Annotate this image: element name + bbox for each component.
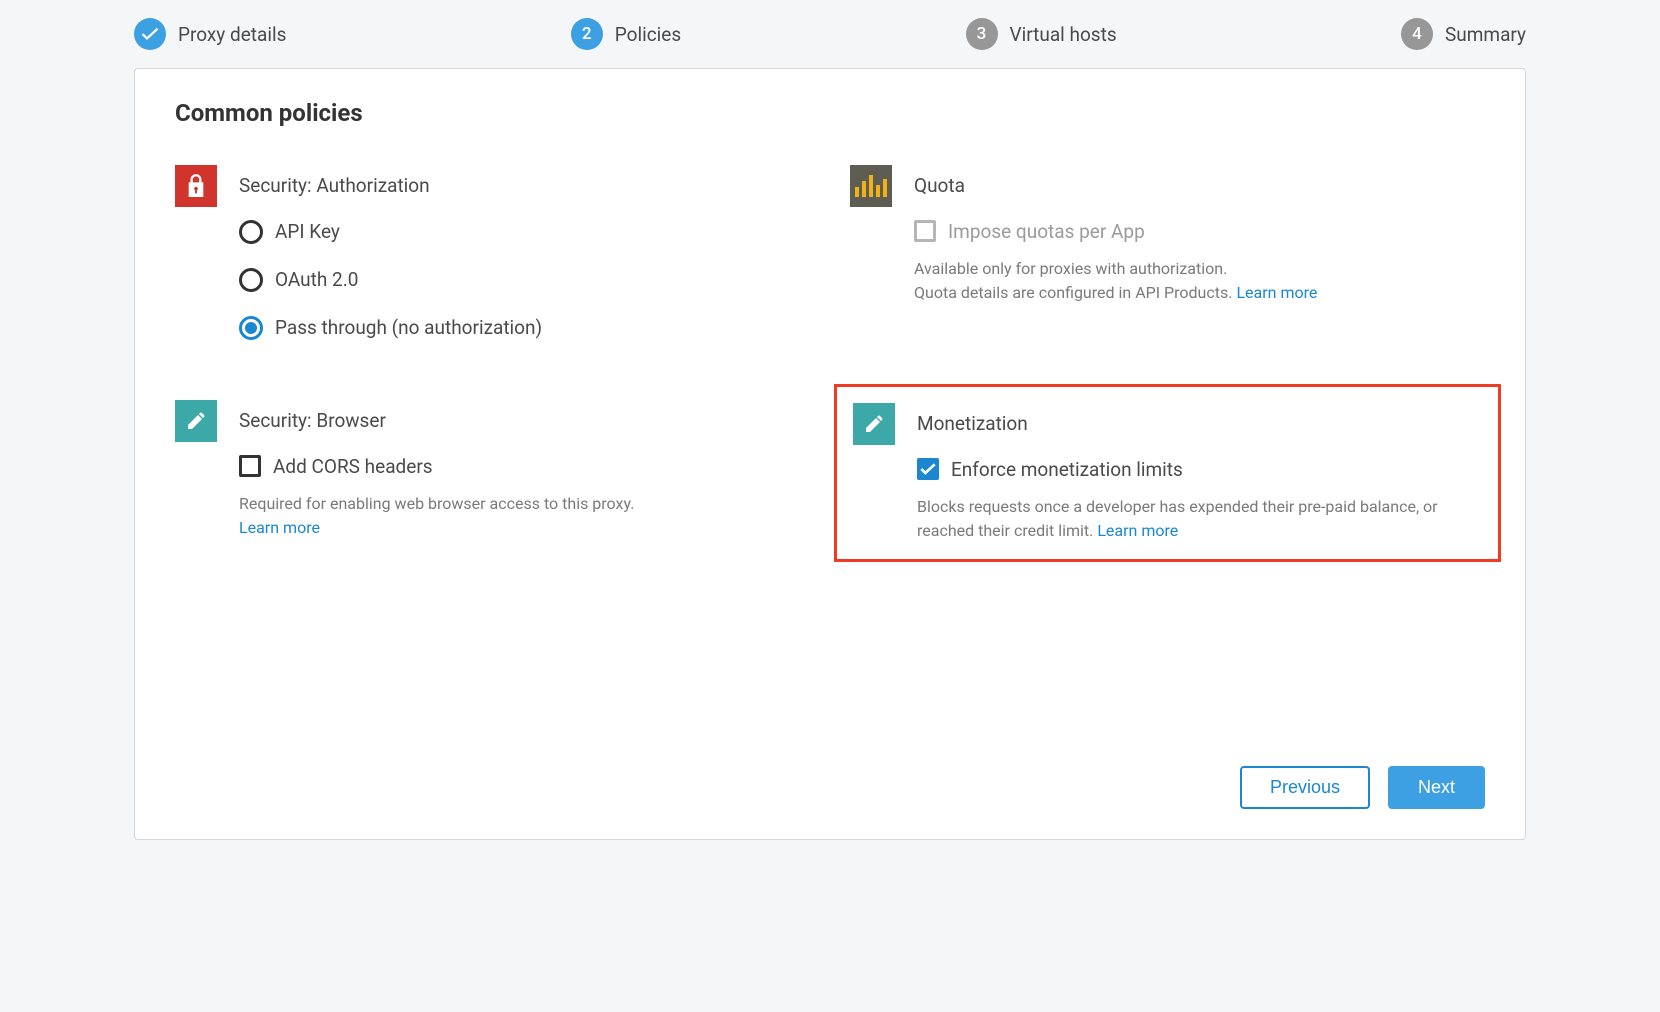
policy-description: Blocks requests once a developer has exp…	[917, 495, 1482, 543]
learn-more-link[interactable]: Learn more	[1236, 283, 1317, 302]
policy-quota: Quota Impose quotas per App Available on…	[850, 165, 1485, 340]
step-number-icon: 2	[571, 18, 603, 50]
checkbox-label: Add CORS headers	[273, 455, 433, 478]
checkbox-monetization-limits[interactable]: Enforce monetization limits	[917, 458, 1482, 481]
checkbox-label: Enforce monetization limits	[951, 458, 1183, 481]
wizard-actions: Previous Next	[175, 766, 1485, 809]
page-title: Common policies	[175, 99, 1485, 127]
radio-label: Pass through (no authorization)	[275, 316, 542, 339]
learn-more-link[interactable]: Learn more	[239, 518, 320, 537]
checkbox-impose-quotas: Impose quotas per App	[914, 220, 1485, 243]
policy-security-authorization: Security: Authorization API Key OAuth 2.…	[175, 165, 810, 340]
policy-title: Security: Authorization	[239, 165, 810, 198]
step-virtual-hosts[interactable]: 3 Virtual hosts	[966, 18, 1117, 50]
policies-card: Common policies Security: Authorization …	[134, 68, 1526, 840]
step-number-icon: 4	[1401, 18, 1433, 50]
pencil-icon	[853, 403, 895, 445]
step-label: Policies	[615, 23, 681, 46]
radio-icon	[239, 316, 263, 340]
checkbox-cors-headers[interactable]: Add CORS headers	[239, 455, 810, 478]
bar-chart-icon	[850, 165, 892, 207]
pencil-icon	[175, 400, 217, 442]
step-policies[interactable]: 2 Policies	[571, 18, 681, 50]
checkbox-icon	[914, 220, 936, 242]
check-icon	[134, 18, 166, 50]
radio-oauth[interactable]: OAuth 2.0	[239, 268, 810, 292]
policy-description: Required for enabling web browser access…	[239, 492, 810, 540]
policy-title: Quota	[914, 165, 1485, 198]
step-number-icon: 3	[966, 18, 998, 50]
checkbox-icon	[917, 458, 939, 480]
lock-icon	[175, 165, 217, 207]
radio-icon	[239, 220, 263, 244]
policy-title: Security: Browser	[239, 400, 810, 433]
next-button[interactable]: Next	[1388, 766, 1485, 809]
policy-title: Monetization	[917, 403, 1482, 436]
wizard-stepper: Proxy details 2 Policies 3 Virtual hosts…	[134, 0, 1526, 68]
checkbox-label: Impose quotas per App	[948, 220, 1145, 243]
step-label: Proxy details	[178, 23, 286, 46]
policy-description: Available only for proxies with authoriz…	[914, 257, 1485, 305]
radio-icon	[239, 268, 263, 292]
step-label: Virtual hosts	[1010, 23, 1117, 46]
radio-pass-through[interactable]: Pass through (no authorization)	[239, 316, 810, 340]
step-proxy-details[interactable]: Proxy details	[134, 18, 286, 50]
radio-api-key[interactable]: API Key	[239, 220, 810, 244]
radio-label: API Key	[275, 220, 340, 243]
step-summary[interactable]: 4 Summary	[1401, 18, 1526, 50]
learn-more-link[interactable]: Learn more	[1097, 521, 1178, 540]
policy-security-browser: Security: Browser Add CORS headers Requi…	[175, 400, 810, 546]
previous-button[interactable]: Previous	[1240, 766, 1370, 809]
monetization-highlight: Monetization Enforce monetization limits…	[834, 384, 1501, 562]
radio-label: OAuth 2.0	[275, 268, 358, 291]
checkbox-icon	[239, 455, 261, 477]
step-label: Summary	[1445, 23, 1526, 46]
policy-monetization: Monetization Enforce monetization limits…	[853, 403, 1482, 543]
